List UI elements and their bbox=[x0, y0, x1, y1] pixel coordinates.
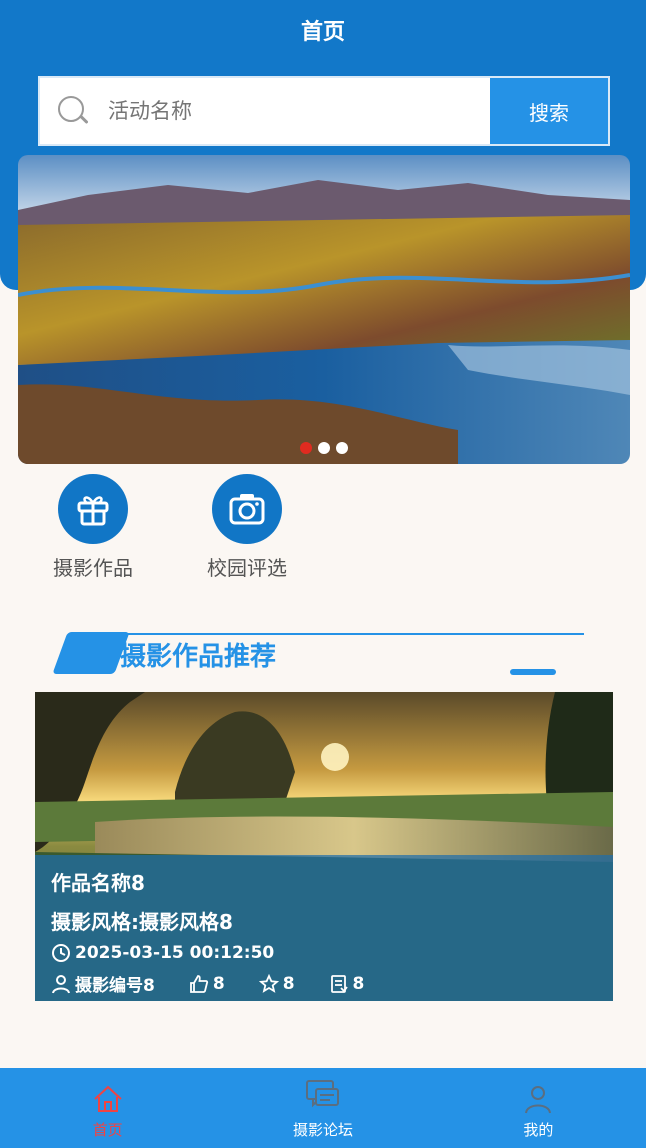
work-name: 作品名称8 bbox=[51, 871, 145, 895]
section-divider bbox=[118, 633, 584, 635]
work-info-overlay: 作品名称8 摄影风格:摄影风格8 2025-03-15 00:12:50 摄影编… bbox=[35, 855, 613, 1001]
search-icon bbox=[58, 96, 89, 126]
bottom-tab-bar: 首页 摄影论坛 我的 bbox=[0, 1068, 646, 1148]
category-label: 摄影作品 bbox=[53, 556, 133, 580]
category-label: 校园评选 bbox=[207, 556, 287, 580]
work-time: 2025-03-15 00:12:50 bbox=[51, 943, 597, 963]
work-time-text: 2025-03-15 00:12:50 bbox=[75, 943, 275, 963]
search-bar: 搜索 bbox=[38, 76, 610, 146]
thumbs-up-icon bbox=[189, 974, 208, 993]
user-icon bbox=[525, 1086, 552, 1114]
tab-label: 摄影论坛 bbox=[292, 1121, 353, 1139]
camera-icon bbox=[212, 474, 282, 544]
banner-carousel[interactable] bbox=[18, 155, 630, 464]
star-icon bbox=[258, 973, 279, 993]
work-meta: 摄影编号8 8 8 8 bbox=[51, 971, 597, 996]
favorites-meta[interactable]: 8 bbox=[258, 973, 295, 994]
carousel-dot[interactable] bbox=[336, 442, 348, 454]
carousel-indicator bbox=[18, 442, 630, 454]
author-meta: 摄影编号8 bbox=[51, 971, 155, 996]
gift-icon bbox=[58, 474, 128, 544]
document-icon bbox=[330, 974, 348, 993]
tab-label: 首页 bbox=[92, 1121, 123, 1139]
views-count: 8 bbox=[352, 973, 365, 994]
banner-image bbox=[18, 155, 630, 464]
likes-meta[interactable]: 8 bbox=[189, 974, 225, 994]
section-underline bbox=[510, 669, 556, 675]
search-input[interactable] bbox=[108, 99, 490, 123]
tab-forum[interactable]: 摄影论坛 bbox=[215, 1068, 430, 1148]
author-text: 摄影编号8 bbox=[75, 976, 155, 996]
views-meta: 8 bbox=[329, 973, 365, 994]
carousel-dot[interactable] bbox=[318, 442, 330, 454]
work-style: 摄影风格:摄影风格8 bbox=[51, 910, 233, 934]
section-header: 摄影作品推荐 bbox=[52, 628, 584, 678]
search-button[interactable]: 搜索 bbox=[490, 78, 608, 144]
category-campus-selection[interactable]: 校园评选 bbox=[192, 474, 302, 581]
page-title: 首页 bbox=[300, 20, 345, 45]
clock-icon bbox=[52, 944, 70, 962]
tab-label: 我的 bbox=[523, 1121, 554, 1139]
work-card[interactable]: 作品名称8 摄影风格:摄影风格8 2025-03-15 00:12:50 摄影编… bbox=[35, 692, 613, 1001]
favorites-count: 8 bbox=[282, 973, 295, 994]
user-icon bbox=[52, 974, 70, 993]
home-icon bbox=[93, 1085, 122, 1112]
category-photo-works[interactable]: 摄影作品 bbox=[38, 474, 148, 581]
tab-home[interactable]: 首页 bbox=[0, 1068, 215, 1148]
likes-count: 8 bbox=[212, 973, 225, 994]
section-title: 摄影作品推荐 bbox=[120, 642, 277, 672]
section-decoration bbox=[52, 632, 130, 674]
carousel-dot[interactable] bbox=[300, 442, 312, 454]
tab-me[interactable]: 我的 bbox=[431, 1068, 646, 1148]
chat-icon bbox=[305, 1080, 339, 1108]
